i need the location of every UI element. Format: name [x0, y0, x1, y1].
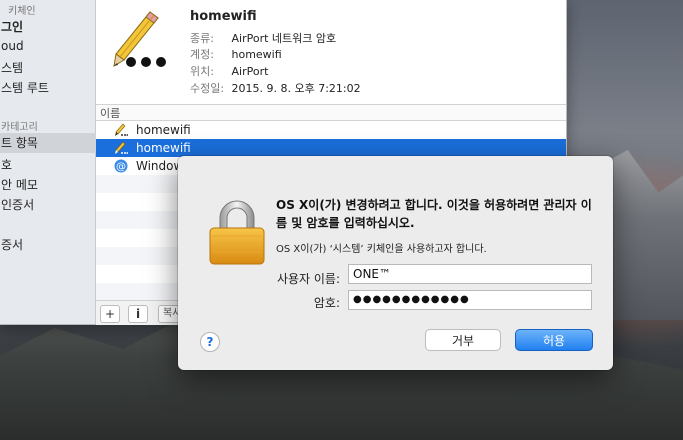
sidebar-item-login[interactable]: 그인	[1, 18, 23, 35]
list-item-name: homewifi	[136, 141, 191, 155]
pencil-key-icon	[115, 123, 128, 136]
sidebar-item-certificates[interactable]: 증서	[1, 236, 23, 253]
info-button[interactable]: i	[128, 305, 148, 323]
detail-account-row: 계정: homewifi	[190, 46, 282, 62]
username-label: 사용자 이름:	[276, 272, 340, 286]
sidebar-item-passwords[interactable]: 호	[1, 156, 12, 173]
svg-text:@: @	[116, 162, 126, 173]
lock-icon	[209, 200, 265, 265]
password-label: 암호:	[313, 296, 340, 310]
detail-account-value: homewifi	[231, 48, 282, 61]
sidebar-bottom-bar	[0, 300, 95, 324]
keychains-header: 키체인	[8, 6, 36, 17]
sidebar-item-icloud[interactable]: oud	[1, 39, 24, 53]
detail-kind-row: 종류: AirPort 네트워크 암호	[190, 30, 336, 46]
username-field[interactable]	[348, 264, 592, 284]
detail-modified-label: 수정일:	[190, 82, 225, 95]
list-item-name: Window	[136, 159, 184, 173]
column-header-name[interactable]: 이름	[96, 104, 566, 121]
sidebar-item-secure-notes[interactable]: 안 메모	[1, 176, 38, 193]
sidebar-item-system-roots[interactable]: 스템 루트	[1, 79, 49, 96]
item-title: homewifi	[190, 9, 257, 24]
password-field[interactable]: ●●●●●●●●●●●●	[348, 290, 592, 310]
sidebar: 키체인 그인 oud 스템 스템 루트 카테고리 트 항목 호 안 메모 인증서…	[0, 0, 96, 324]
detail-account-label: 계정:	[190, 48, 214, 61]
sidebar-item-system[interactable]: 스템	[1, 59, 23, 76]
at-sign-icon: @	[114, 159, 128, 173]
sidebar-item-my-certificates[interactable]: 인증서	[1, 196, 34, 213]
detail-where-label: 위치:	[190, 65, 214, 78]
list-item-name: homewifi	[136, 123, 191, 137]
allow-button[interactable]: 허용	[515, 329, 593, 351]
auth-dialog: OS X이(가) 변경하려고 합니다. 이것을 허용하려면 관리자 이름 및 암…	[178, 156, 613, 370]
detail-where-value: AirPort	[231, 65, 269, 78]
detail-modified-row: 수정일: 2015. 9. 8. 오후 7:21:02	[190, 80, 361, 96]
deny-button[interactable]: 거부	[425, 329, 501, 351]
dialog-submessage: OS X이(가) ‘시스템’ 키체인을 사용하고자 합니다.	[276, 244, 487, 255]
pencil-key-icon	[115, 141, 128, 154]
list-item-selected[interactable]: homewifi	[96, 139, 566, 157]
sidebar-item-all-items[interactable]: 트 항목	[0, 133, 96, 153]
dialog-message: OS X이(가) 변경하려고 합니다. 이것을 허용하려면 관리자 이름 및 암…	[276, 198, 592, 230]
detail-modified-value: 2015. 9. 8. 오후 7:21:02	[231, 82, 361, 95]
list-item[interactable]: homewifi	[96, 121, 566, 139]
password-dots-icon	[126, 57, 166, 67]
category-header: 카테고리	[1, 122, 38, 133]
help-button[interactable]: ?	[200, 332, 220, 352]
add-item-button[interactable]: +	[100, 305, 120, 323]
detail-kind-label: 종류:	[190, 32, 214, 45]
detail-where-row: 위치: AirPort	[190, 63, 268, 79]
detail-kind-value: AirPort 네트워크 암호	[231, 32, 337, 45]
